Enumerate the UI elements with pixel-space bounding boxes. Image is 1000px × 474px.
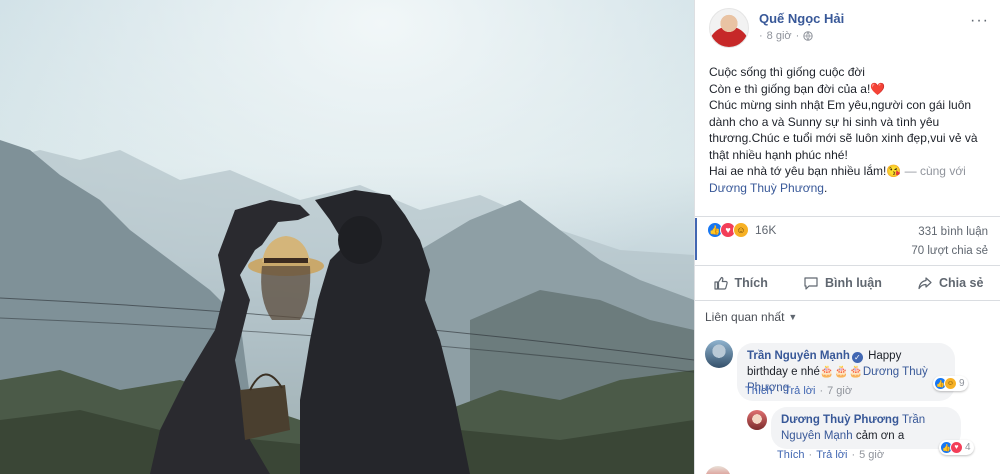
tagged-person-link[interactable]: Dương Thuỳ Phương: [709, 181, 824, 195]
commenter-avatar[interactable]: [705, 340, 733, 368]
post-stats: 331 bình luận 70 lượt chia sẻ: [911, 223, 988, 261]
post-line-2: Còn e thì giống bạn đời của a!: [709, 81, 871, 96]
globe-icon: [803, 31, 813, 41]
post-line-4: Hai ae nhà tớ yêu bạn nhiều lắm!: [709, 164, 887, 178]
divider: [695, 265, 1000, 266]
reply-bubble: Dương Thuỳ Phương Trần Nguyên Mạnh cảm ơ…: [771, 407, 961, 449]
reactions-count[interactable]: 16K: [755, 223, 776, 237]
comment-actions: Thích · Trả lời · 7 giờ: [745, 385, 852, 397]
comment-time[interactable]: 7 giờ: [827, 385, 852, 397]
dot-icon: ·: [776, 385, 781, 397]
comment-reactions[interactable]: 👍 ☺ 9: [933, 376, 968, 391]
post-header: Quế Ngọc Hải · 8 giờ · ···: [709, 8, 989, 48]
comment-sort-dropdown[interactable]: Liên quan nhất ▼: [705, 310, 797, 324]
haha-reaction-icon: ☺: [733, 222, 749, 238]
post-text: Cuộc sống thì giống cuộc đời Còn e thì g…: [709, 64, 991, 196]
share-button[interactable]: Chia sẻ: [917, 275, 983, 291]
like-label: Thích: [734, 276, 768, 290]
dot-icon: ·: [851, 449, 856, 461]
divider: [695, 216, 1000, 217]
reply-author[interactable]: Dương Thuỳ Phương: [781, 414, 899, 426]
thumbs-up-icon: [713, 276, 728, 290]
post-sidebar: Quế Ngọc Hải · 8 giờ · ··· Cuộc sống thì…: [694, 0, 1000, 474]
comment-author[interactable]: Trần Nguyên Mạnh: [747, 350, 850, 362]
dot-icon: ·: [808, 449, 813, 461]
shares-count[interactable]: 70 lượt chia sẻ: [911, 242, 988, 261]
comment-label: Bình luận: [824, 276, 882, 290]
dot-icon: ·: [795, 30, 800, 42]
comment-like-link[interactable]: Thích: [745, 385, 773, 397]
author-avatar[interactable]: [709, 8, 749, 48]
divider: [695, 300, 1000, 301]
post-photo[interactable]: [0, 0, 694, 474]
verified-badge-icon: ✓: [851, 352, 863, 363]
post-line-4-wrap: Hai ae nhà tớ yêu bạn nhiều lắm!😘 — cùng…: [709, 163, 991, 180]
comment-reaction-count: 9: [959, 378, 965, 389]
post-line-1: Cuộc sống thì giống cuộc đời: [709, 65, 865, 79]
accent-bar: [695, 218, 697, 260]
post-time[interactable]: 8 giờ: [767, 30, 792, 42]
post-meta: · 8 giờ ·: [759, 30, 813, 42]
reactions-summary[interactable]: 👍 ♥ ☺ 16K: [707, 222, 776, 238]
caret-down-icon: ▼: [788, 312, 798, 322]
dot-icon: ·: [759, 30, 763, 42]
love-reaction-icon: ♥: [950, 441, 963, 454]
haha-reaction-icon: ☺: [944, 377, 957, 390]
comment-icon: [804, 277, 818, 290]
like-button[interactable]: Thích: [713, 275, 768, 291]
reply-actions: Thích · Trả lời · 5 giờ: [777, 449, 884, 461]
reply-avatar[interactable]: [747, 410, 767, 430]
more-options-icon[interactable]: ···: [970, 12, 989, 30]
comment-button[interactable]: Bình luận: [803, 275, 882, 291]
share-icon: [918, 277, 932, 290]
dot-icon: ·: [819, 385, 824, 397]
reply-time[interactable]: 5 giờ: [859, 449, 884, 461]
comment-sort-label: Liên quan nhất: [705, 310, 785, 324]
reply-like-link[interactable]: Thích: [777, 449, 805, 461]
author-name[interactable]: Quế Ngọc Hải: [759, 11, 844, 26]
tagged-wrap: Dương Thuỳ Phương.: [709, 180, 828, 195]
comment-reply-link[interactable]: Trả lời: [784, 385, 815, 397]
share-label: Chia sẻ: [938, 276, 984, 290]
post-line-2-wrap: Còn e thì giống bạn đời của a!❤️: [709, 81, 991, 98]
reply-text: cảm ơn a: [855, 430, 905, 442]
comments-count[interactable]: 331 bình luận: [911, 223, 988, 242]
reply-reaction-count: 4: [965, 442, 971, 453]
post-line-3: Chúc mừng sinh nhật Em yêu,người con gái…: [709, 98, 978, 162]
reply-reply-link[interactable]: Trả lời: [816, 449, 847, 461]
heart-emoji: ❤️: [870, 81, 886, 96]
cake-emoji: 🎂🎂🎂: [819, 366, 863, 378]
post-actions: Thích Bình luận Chia sẻ: [695, 268, 1000, 298]
wink-emoji: 😘: [886, 164, 902, 178]
with-text: — cùng với: [904, 164, 966, 178]
reply-reactions[interactable]: 👍 ♥ 4: [939, 440, 974, 455]
photo-illustration: [0, 0, 694, 474]
